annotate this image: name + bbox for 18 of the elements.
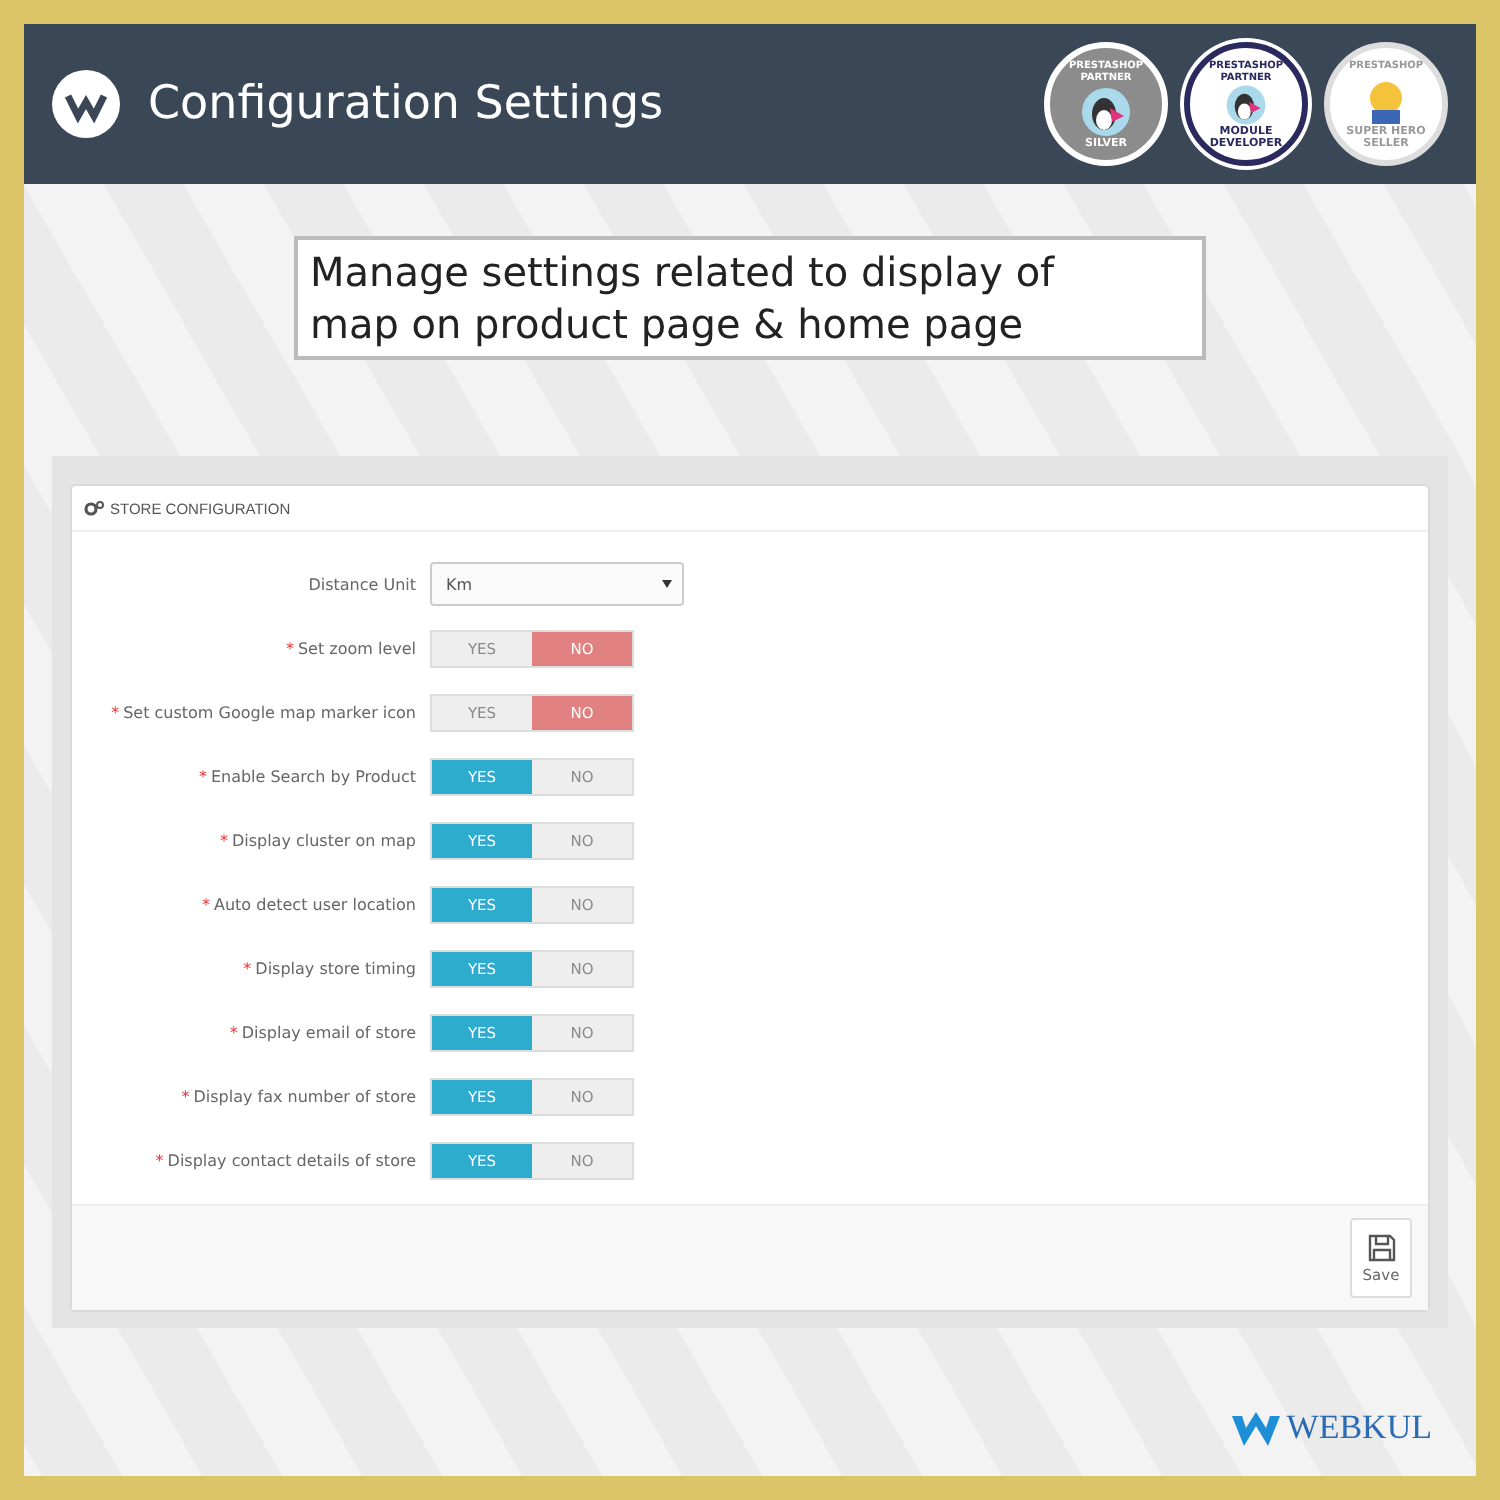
page-title: Configuration Settings: [148, 78, 666, 130]
field-label: * Set zoom level: [283, 639, 418, 657]
field-label: * Set custom Google map marker icon: [109, 703, 418, 721]
caret-icon: [662, 580, 672, 588]
caption-text: Manage settings related to display of map on product page & home page: [294, 236, 1206, 360]
field-label: * Display store timing: [241, 959, 418, 977]
field-label: * Enable Search by Product: [196, 767, 418, 785]
field-label: * Display contact details of store: [153, 1151, 418, 1169]
field-label: * Display cluster on map: [217, 831, 418, 849]
field-label: * Auto detect user location: [200, 895, 418, 913]
brand-logo-icon: [1232, 1410, 1281, 1446]
distance-unit-select[interactable]: Km: [430, 562, 684, 606]
field-label: Distance Unit: [306, 575, 418, 593]
field-label: * Display fax number of store: [179, 1087, 418, 1105]
gears-icon: [84, 500, 104, 516]
logo-icon: [52, 70, 120, 138]
field-label: * Display email of store: [227, 1023, 418, 1041]
brand-name: WEBKUL: [1286, 1408, 1432, 1448]
